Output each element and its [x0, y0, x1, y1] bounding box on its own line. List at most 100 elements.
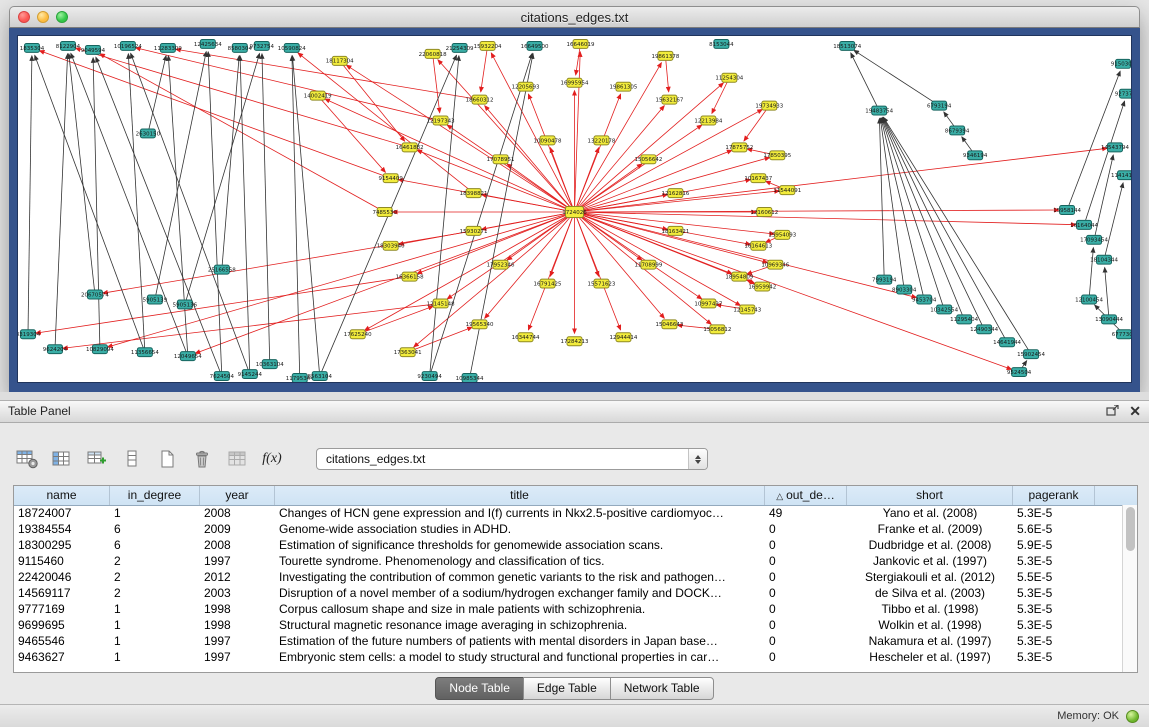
network-edge[interactable]	[148, 56, 166, 134]
network-node[interactable]: 10985344	[456, 374, 484, 382]
network-node[interactable]: 11254304	[715, 73, 743, 82]
network-node[interactable]: 9145244	[238, 370, 263, 379]
network-node[interactable]: 12944414	[610, 333, 638, 342]
cell-out_degree[interactable]: 0	[765, 521, 847, 537]
network-edge[interactable]	[28, 56, 32, 334]
network-node[interactable]: 18398821	[460, 189, 488, 198]
network-edge[interactable]	[881, 118, 924, 299]
network-node[interactable]: 15954093	[768, 230, 796, 239]
network-node[interactable]: 11356654	[131, 348, 159, 357]
network-node[interactable]: 8122904	[56, 41, 81, 50]
network-edge[interactable]	[1067, 71, 1120, 210]
network-edge[interactable]	[481, 212, 574, 229]
cell-year[interactable]: 1998	[200, 617, 275, 633]
table-row[interactable]: 1938455462009Genome-wide association stu…	[14, 521, 1122, 537]
cell-name[interactable]: 19384554	[14, 521, 110, 537]
network-edge[interactable]	[35, 55, 145, 352]
network-node[interactable]: 15932204	[474, 41, 502, 50]
network-node[interactable]: 15902454	[1017, 350, 1045, 359]
cell-out_degree[interactable]: 0	[765, 601, 847, 617]
network-node[interactable]: 22060818	[419, 49, 447, 58]
network-node[interactable]: 11295404	[950, 315, 978, 324]
cell-title[interactable]: Estimation of significance thresholds fo…	[275, 537, 765, 553]
table-row[interactable]: 1456911722003Disruption of a novel membe…	[14, 585, 1122, 601]
column-header-name[interactable]: name	[14, 486, 110, 505]
cell-year[interactable]: 2008	[200, 537, 275, 553]
network-node[interactable]: 25166558	[208, 265, 236, 274]
delete-table-button[interactable]	[189, 447, 215, 471]
network-edge[interactable]	[208, 52, 222, 376]
network-edge[interactable]	[430, 56, 459, 376]
network-node[interactable]: 8153044	[709, 39, 734, 48]
network-node[interactable]: 12425634	[194, 39, 222, 48]
network-node[interactable]: 10090478	[534, 136, 562, 145]
network-node[interactable]: 12490344	[970, 325, 998, 334]
network-node[interactable]: 18660312	[466, 95, 494, 104]
cell-out_degree[interactable]: 0	[765, 569, 847, 585]
cell-pagerank[interactable]: 5.3E-5	[1013, 633, 1095, 649]
network-edge[interactable]	[575, 212, 755, 284]
network-node[interactable]: 9150304	[1111, 59, 1131, 68]
table-row[interactable]: 1872400712008Changes of HCN gene express…	[14, 505, 1122, 521]
network-edge[interactable]	[575, 157, 770, 212]
cell-in_degree[interactable]: 6	[110, 537, 200, 553]
network-node[interactable]: 16791425	[534, 279, 562, 288]
cell-name[interactable]: 22420046	[14, 569, 110, 585]
network-node[interactable]: 1835304	[20, 43, 45, 52]
network-edge[interactable]	[851, 53, 879, 110]
cell-out_degree[interactable]: 0	[765, 649, 847, 665]
network-node[interactable]: 18303940	[377, 241, 405, 250]
network-edge[interactable]	[1105, 268, 1109, 320]
network-node[interactable]: 21254309	[446, 43, 474, 52]
network-node[interactable]: 16366158	[396, 272, 424, 281]
cell-title[interactable]: Corpus callosum shape and size in male p…	[275, 601, 765, 617]
network-edge[interactable]	[550, 212, 574, 276]
cell-year[interactable]: 2009	[200, 521, 275, 537]
network-node[interactable]: 19565340	[466, 320, 494, 329]
network-node[interactable]: 13090444	[1095, 315, 1123, 324]
cell-out_degree[interactable]: 0	[765, 585, 847, 601]
network-node[interactable]: 14641944	[993, 338, 1021, 347]
cell-in_degree[interactable]: 1	[110, 649, 200, 665]
cell-name[interactable]: 9777169	[14, 601, 110, 617]
network-node[interactable]: 10363104	[256, 360, 284, 369]
cell-in_degree[interactable]: 1	[110, 505, 200, 521]
network-edge[interactable]	[575, 52, 581, 212]
cell-out_degree[interactable]: 0	[765, 553, 847, 569]
cell-pagerank[interactable]: 5.5E-5	[1013, 569, 1095, 585]
column-header-title[interactable]: title	[275, 486, 765, 505]
network-edge[interactable]	[575, 83, 724, 212]
cell-in_degree[interactable]: 2	[110, 553, 200, 569]
cell-pagerank[interactable]: 5.6E-5	[1013, 521, 1095, 537]
cell-pagerank[interactable]: 5.3E-5	[1013, 617, 1095, 633]
column-header-short[interactable]: short	[847, 486, 1013, 505]
network-node[interactable]: 9230494	[417, 372, 442, 381]
cell-year[interactable]: 2012	[200, 569, 275, 585]
network-node[interactable]: 8679394	[945, 126, 970, 135]
table-row[interactable]: 1830029562008Estimation of significance …	[14, 537, 1122, 553]
network-node[interactable]: 15571623	[588, 279, 616, 288]
cell-title[interactable]: Embryonic stem cells: a model to study s…	[275, 649, 765, 665]
network-edge[interactable]	[575, 195, 668, 212]
network-edge[interactable]	[491, 53, 574, 212]
cell-out_degree[interactable]: 0	[765, 633, 847, 649]
network-node[interactable]: 9624204	[43, 345, 68, 354]
cell-in_degree[interactable]: 6	[110, 521, 200, 537]
network-edge[interactable]	[575, 212, 1077, 225]
network-edge[interactable]	[854, 50, 939, 105]
network-node[interactable]: 17625240	[344, 330, 372, 339]
cell-name[interactable]: 9463627	[14, 649, 110, 665]
network-node[interactable]: 12205693	[512, 82, 540, 91]
network-node[interactable]: 19483754	[865, 106, 893, 115]
network-node[interactable]: 14543794	[1101, 143, 1129, 152]
table-row[interactable]: 911546021997Tourette syndrome. Phenomeno…	[14, 553, 1122, 569]
cell-title[interactable]: Investigating the contribution of common…	[275, 569, 765, 585]
cell-short[interactable]: Franke et al. (2009)	[847, 521, 1013, 537]
tab-network-table[interactable]: Network Table	[610, 677, 714, 700]
import-table-button[interactable]	[224, 447, 250, 471]
table-row[interactable]: 2242004622012Investigating the contribut…	[14, 569, 1122, 585]
network-edge[interactable]	[1104, 183, 1123, 260]
network-edge[interactable]	[63, 303, 441, 348]
network-node[interactable]: 12213984	[694, 116, 722, 125]
network-node[interactable]: 12145743	[733, 305, 761, 314]
